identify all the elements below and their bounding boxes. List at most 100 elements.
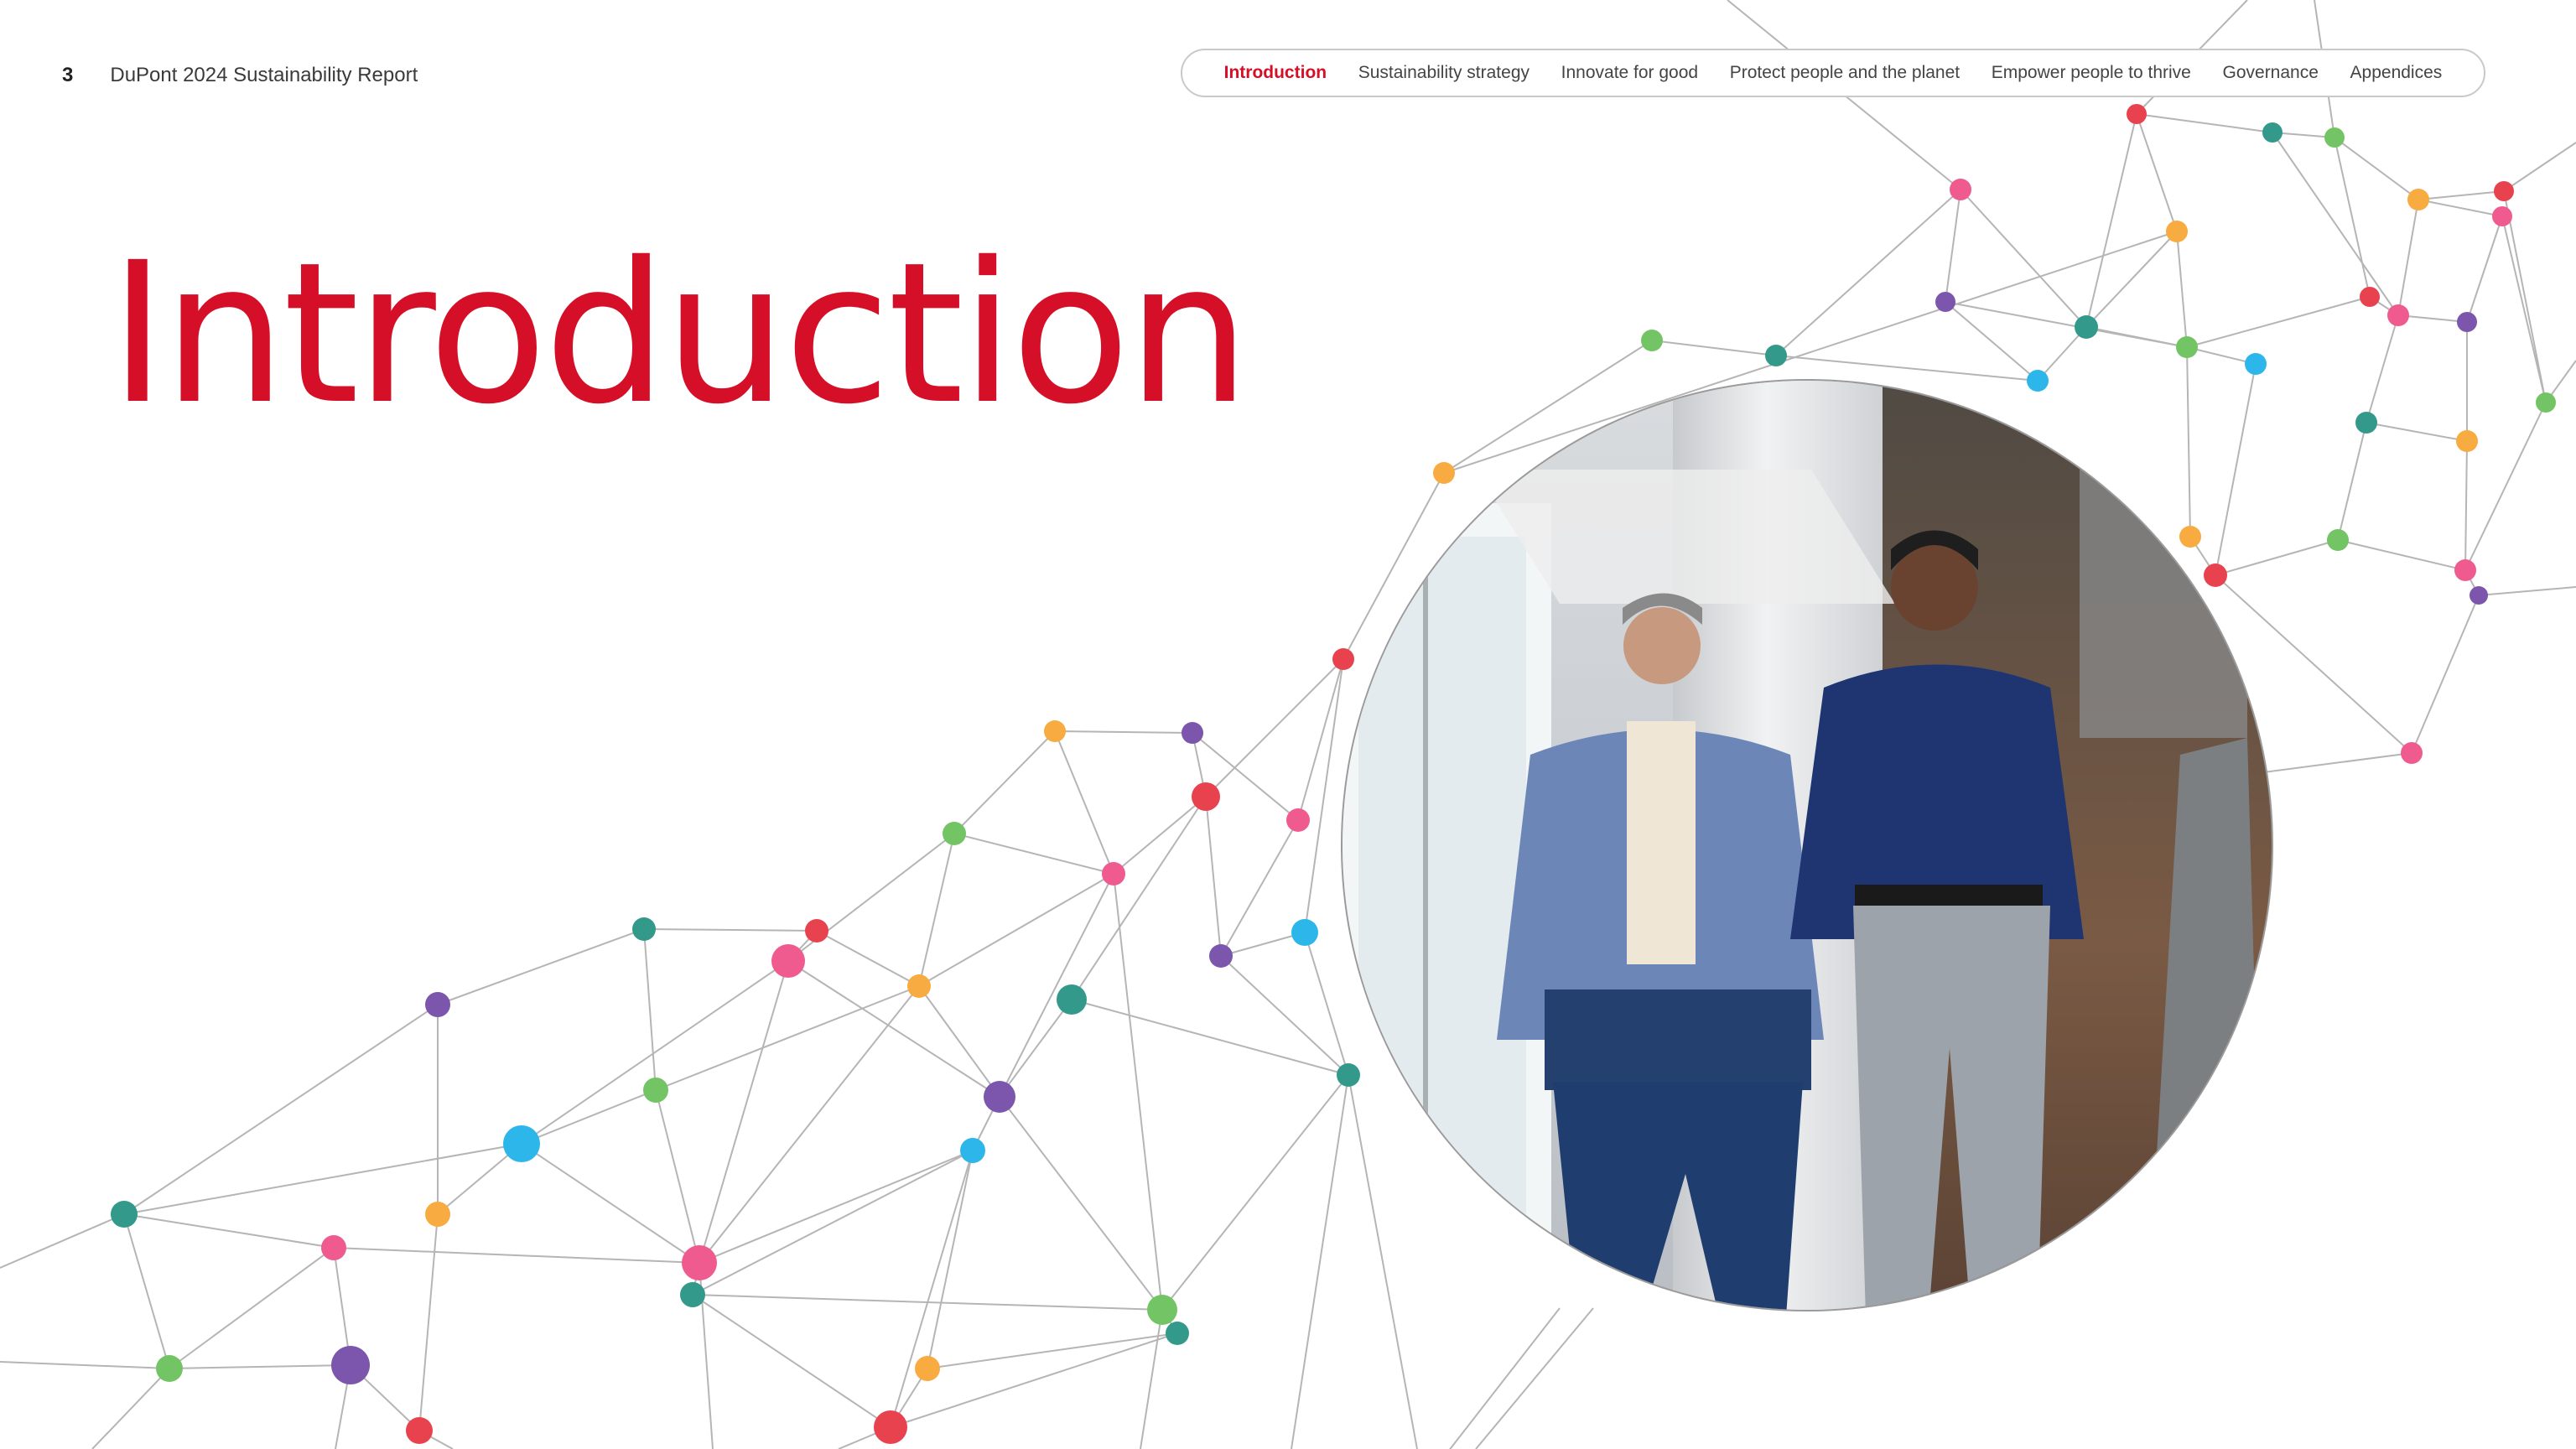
network-node	[1192, 782, 1220, 811]
network-node	[156, 1355, 183, 1382]
network-edge	[2337, 539, 2466, 571]
network-node	[874, 1410, 907, 1444]
nav-sustainability-strategy[interactable]: Sustainability strategy	[1358, 63, 1530, 83]
network-edge	[2478, 586, 2576, 596]
network-node	[632, 917, 656, 941]
network-node	[1209, 944, 1233, 968]
network-node	[2262, 122, 2283, 143]
network-node	[503, 1125, 540, 1162]
page-header: 3 DuPont 2024 Sustainability Report	[62, 60, 418, 91]
network-node	[2360, 287, 2380, 307]
network-node	[2176, 336, 2198, 358]
network-edge	[692, 1294, 891, 1428]
nav-introduction[interactable]: Introduction	[1224, 63, 1327, 83]
network-node	[321, 1235, 346, 1260]
network-edge	[2464, 402, 2547, 571]
network-node	[2179, 526, 2201, 548]
network-node	[682, 1245, 717, 1280]
network-edge	[2464, 440, 2468, 571]
network-edge	[169, 1364, 351, 1369]
network-edge	[1348, 1074, 1418, 1449]
network-edge	[953, 833, 1114, 875]
network-edge	[816, 930, 920, 987]
network-node	[2401, 742, 2423, 764]
network-node	[1291, 919, 1318, 946]
network-edge	[0, 1213, 125, 1269]
network-node	[2355, 412, 2377, 434]
network-node	[1950, 179, 1971, 200]
network-edge	[1775, 355, 2038, 382]
network-node	[960, 1138, 985, 1163]
network-node	[771, 944, 805, 978]
network-edge	[2366, 314, 2399, 423]
network-edge	[999, 1096, 1163, 1311]
network-edge	[2176, 231, 2188, 348]
network-node	[2387, 304, 2409, 326]
network-edge	[521, 1143, 700, 1264]
network-node	[2075, 315, 2098, 339]
network-edge	[1205, 796, 1222, 957]
network-node	[2127, 104, 2147, 124]
network-node	[1765, 345, 1787, 366]
network-edge	[1960, 189, 2087, 328]
network-edge	[999, 999, 1072, 1098]
photo-circle	[1341, 379, 2273, 1311]
network-edge	[2418, 199, 2503, 217]
network-node	[2407, 189, 2429, 210]
network-edge	[2411, 595, 2480, 754]
network-edge	[699, 960, 789, 1264]
network-edge	[1054, 730, 1114, 875]
network-edge	[699, 1150, 974, 1264]
network-node	[2245, 353, 2267, 375]
network-edge	[1651, 340, 1777, 356]
network-node	[2454, 559, 2476, 581]
network-edge	[692, 1150, 974, 1296]
network-edge	[2366, 422, 2468, 442]
network-node	[425, 992, 450, 1017]
nav-innovate-for-good[interactable]: Innovate for good	[1561, 63, 1698, 83]
network-node	[1102, 862, 1125, 886]
network-node	[1332, 648, 1354, 670]
network-node	[805, 919, 828, 943]
network-edge	[333, 1247, 700, 1264]
nav-empower-people-to-thrive[interactable]: Empower people to thrive	[1992, 63, 2191, 83]
network-edge	[1113, 796, 1207, 875]
network-node	[943, 822, 966, 845]
network-edge	[1054, 730, 1193, 734]
network-node	[907, 974, 931, 998]
nav-protect-people-and-the-planet[interactable]: Protect people and the planet	[1730, 63, 1960, 83]
network-node	[2327, 529, 2349, 551]
network-edge	[643, 928, 818, 932]
network-edge	[1291, 1074, 1349, 1449]
network-edge	[123, 1213, 335, 1249]
network-edge	[2186, 296, 2371, 348]
network-edge	[2397, 199, 2419, 316]
network-node	[1044, 720, 1066, 742]
nav-appendices[interactable]: Appendices	[2350, 63, 2443, 83]
network-edge	[1113, 873, 1163, 1311]
network-edge	[1475, 1307, 1594, 1449]
network-node	[1433, 462, 1455, 484]
network-edge	[643, 928, 657, 1091]
network-edge	[2503, 190, 2547, 403]
network-edge	[0, 1361, 170, 1369]
network-node	[1147, 1295, 1177, 1325]
network-edge	[1140, 1309, 1163, 1449]
network-node	[984, 1081, 1015, 1113]
network-edge	[2501, 216, 2547, 403]
network-edge	[699, 985, 920, 1264]
network-edge	[2215, 363, 2257, 576]
network-node	[2166, 221, 2188, 242]
nav-governance[interactable]: Governance	[2223, 63, 2319, 83]
network-edge	[2136, 113, 2178, 232]
molecular-network-graphic	[0, 0, 2576, 1449]
network-edge	[927, 1150, 974, 1369]
network-edge	[655, 985, 920, 1091]
network-node	[2536, 392, 2556, 413]
network-node	[406, 1417, 433, 1444]
network-edge	[2418, 190, 2505, 200]
network-node	[425, 1202, 450, 1227]
network-node	[1337, 1063, 1360, 1087]
network-node	[2494, 181, 2514, 201]
network-edge	[1945, 301, 2188, 348]
